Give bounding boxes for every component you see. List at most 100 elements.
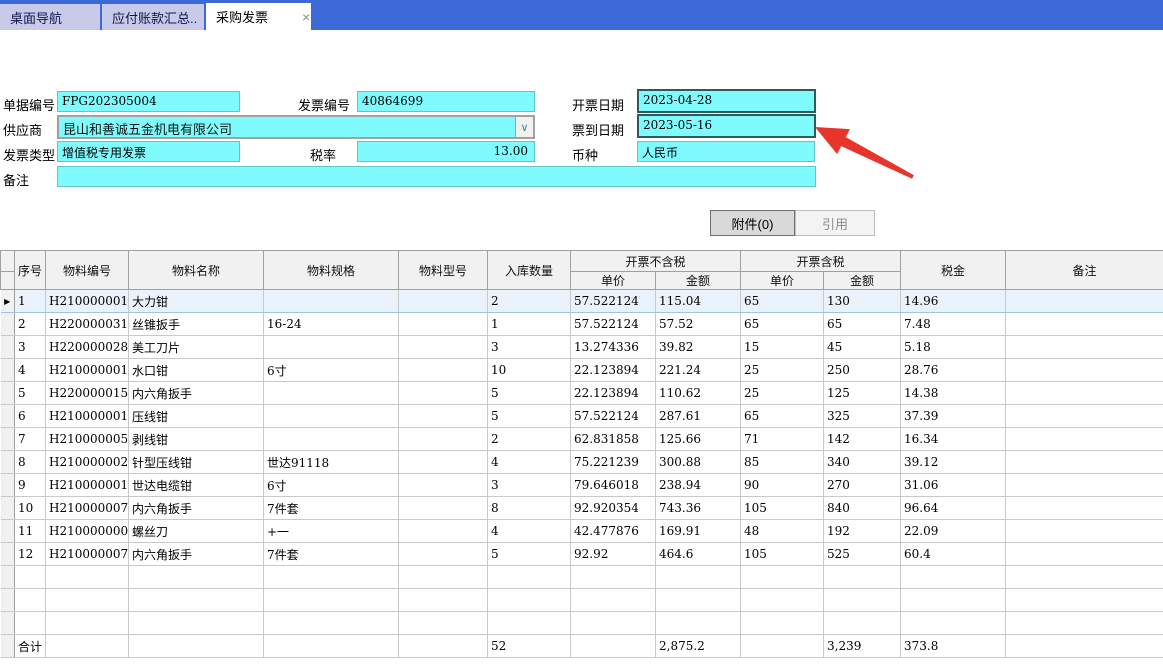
col-group-ex-tax[interactable]: 开票不含税	[571, 251, 741, 272]
cell-spec[interactable]: +一	[264, 520, 399, 543]
cell-spec[interactable]: 16-24	[264, 313, 399, 336]
row-selector[interactable]	[1, 589, 15, 612]
col-unit-price-inc[interactable]: 单价	[741, 272, 824, 290]
cell-price_inc[interactable]: 71	[741, 428, 824, 451]
cell-name[interactable]: 水口钳	[129, 359, 264, 382]
tax-rate-field[interactable]: 13.00	[357, 141, 535, 162]
tab-desktop-navigation[interactable]: 桌面导航	[0, 4, 100, 30]
row-selector[interactable]	[1, 520, 15, 543]
cell-code[interactable]: H2200000286	[46, 336, 129, 359]
table-row[interactable]: 6H2100000016压线钳557.522124287.616532537.3…	[1, 405, 1163, 428]
cell-tax[interactable]: 31.06	[901, 474, 1006, 497]
cell-amount_ex[interactable]: 169.91	[656, 520, 741, 543]
cell-model[interactable]	[399, 497, 488, 520]
row-selector[interactable]	[1, 612, 15, 635]
arrival-date-field[interactable]: 2023-05-16	[637, 114, 816, 138]
cell-name[interactable]: 内六角扳手	[129, 543, 264, 566]
cell-remark[interactable]	[1006, 359, 1163, 382]
col-seq[interactable]: 序号	[15, 251, 46, 290]
cell-price_inc[interactable]: 25	[741, 382, 824, 405]
remark-field[interactable]	[57, 166, 816, 187]
cell-remark[interactable]	[1006, 497, 1163, 520]
cell-tax[interactable]: 7.48	[901, 313, 1006, 336]
cell-tax[interactable]: 39.12	[901, 451, 1006, 474]
cell-amount_ex[interactable]: 125.66	[656, 428, 741, 451]
table-row[interactable]: 5H2200000151内六角扳手522.123894110.622512514…	[1, 382, 1163, 405]
cell-code[interactable]: H2200000313	[46, 313, 129, 336]
col-model[interactable]: 物料型号	[399, 251, 488, 290]
cell-amount_inc[interactable]: 45	[824, 336, 901, 359]
cell-code[interactable]: H2100000014	[46, 359, 129, 382]
cell-spec[interactable]	[264, 336, 399, 359]
col-amount-ex[interactable]: 金额	[656, 272, 741, 290]
table-row[interactable]: 11H2100000007螺丝刀+一442.477876169.91481922…	[1, 520, 1163, 543]
cell-name[interactable]: 美工刀片	[129, 336, 264, 359]
cell-price_inc[interactable]: 65	[741, 405, 824, 428]
cell-price_inc[interactable]: 85	[741, 451, 824, 474]
cell-seq[interactable]: 1	[15, 290, 46, 313]
table-row[interactable]: 12H2100000079内六角扳手7件套592.92464.610552560…	[1, 543, 1163, 566]
cell-price_inc[interactable]: 90	[741, 474, 824, 497]
cell-price_ex[interactable]: 13.274336	[571, 336, 656, 359]
cell-amount_ex[interactable]: 110.62	[656, 382, 741, 405]
cell-price_inc[interactable]: 15	[741, 336, 824, 359]
cell-spec[interactable]	[264, 382, 399, 405]
cell-tax[interactable]: 14.38	[901, 382, 1006, 405]
cell-amount_inc[interactable]: 142	[824, 428, 901, 451]
cell-model[interactable]	[399, 405, 488, 428]
cell-name[interactable]: 螺丝刀	[129, 520, 264, 543]
tab-payables-summary[interactable]: 应付账款汇总.. ×	[102, 4, 204, 30]
cell-seq[interactable]: 5	[15, 382, 46, 405]
col-code[interactable]: 物料编号	[46, 251, 129, 290]
cell-code[interactable]: H2100000018	[46, 290, 129, 313]
cell-price_ex[interactable]: 75.221239	[571, 451, 656, 474]
cell-remark[interactable]	[1006, 428, 1163, 451]
cell-tax[interactable]: 22.09	[901, 520, 1006, 543]
cell-remark[interactable]	[1006, 313, 1163, 336]
cell-name[interactable]: 内六角扳手	[129, 497, 264, 520]
cell-price_ex[interactable]: 79.646018	[571, 474, 656, 497]
cell-code[interactable]: H2100000007	[46, 520, 129, 543]
table-row[interactable]: 2H2200000313丝锥扳手16-24157.52212457.526565…	[1, 313, 1163, 336]
cell-tax[interactable]: 28.76	[901, 359, 1006, 382]
cell-spec[interactable]: 6寸	[264, 474, 399, 497]
cell-price_inc[interactable]: 105	[741, 497, 824, 520]
cell-amount_ex[interactable]: 238.94	[656, 474, 741, 497]
cell-amount_inc[interactable]: 250	[824, 359, 901, 382]
cell-remark[interactable]	[1006, 451, 1163, 474]
cell-seq[interactable]: 7	[15, 428, 46, 451]
cell-price_ex[interactable]: 57.522124	[571, 290, 656, 313]
cell-remark[interactable]	[1006, 405, 1163, 428]
cell-code[interactable]: H2100000079	[46, 543, 129, 566]
cell-name[interactable]: 大力钳	[129, 290, 264, 313]
cell-amount_inc[interactable]: 270	[824, 474, 901, 497]
cell-remark[interactable]	[1006, 290, 1163, 313]
currency-field[interactable]: 人民币	[637, 141, 815, 162]
attachment-button[interactable]: 附件(0)	[710, 210, 795, 236]
cell-code[interactable]: H2100000079	[46, 497, 129, 520]
cell-remark[interactable]	[1006, 520, 1163, 543]
cell-amount_ex[interactable]: 39.82	[656, 336, 741, 359]
col-tax[interactable]: 税金	[901, 251, 1006, 290]
cell-code[interactable]: H2100000016	[46, 405, 129, 428]
row-selector[interactable]	[1, 313, 15, 336]
col-group-inc-tax[interactable]: 开票含税	[741, 251, 901, 272]
invoice-type-field[interactable]: 增值税专用发票	[57, 141, 240, 162]
cell-model[interactable]	[399, 359, 488, 382]
cell-tax[interactable]: 14.96	[901, 290, 1006, 313]
cell-model[interactable]	[399, 428, 488, 451]
cell-seq[interactable]: 11	[15, 520, 46, 543]
table-row[interactable]: 9H2100000012世达电缆钳6寸379.646018238.9490270…	[1, 474, 1163, 497]
cell-name[interactable]: 世达电缆钳	[129, 474, 264, 497]
invoice-no-field[interactable]: 40864699	[357, 91, 535, 112]
cell-tax[interactable]: 96.64	[901, 497, 1006, 520]
reference-button[interactable]: 引用	[795, 210, 875, 236]
row-selector[interactable]	[1, 566, 15, 589]
cell-name[interactable]: 剥线钳	[129, 428, 264, 451]
cell-amount_inc[interactable]: 325	[824, 405, 901, 428]
cell-amount_ex[interactable]: 57.52	[656, 313, 741, 336]
cell-spec[interactable]	[264, 405, 399, 428]
row-selector[interactable]	[1, 405, 15, 428]
row-selector[interactable]	[1, 497, 15, 520]
cell-seq[interactable]: 6	[15, 405, 46, 428]
